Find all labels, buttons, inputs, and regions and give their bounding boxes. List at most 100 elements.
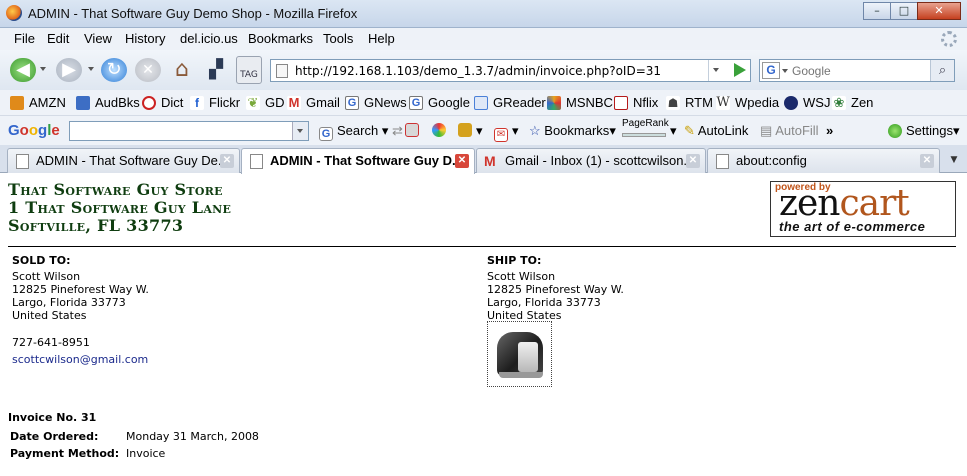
ship-to-city: Largo, Florida 33773	[487, 296, 601, 309]
zencart-wordmark: zencart	[779, 183, 910, 224]
bookmark-gnews[interactable]: G GNews	[345, 95, 407, 110]
forward-button[interactable]: ▶	[56, 58, 82, 82]
back-history-dropdown-icon[interactable]	[40, 67, 46, 71]
label-printer-icon[interactable]	[487, 321, 552, 387]
payment-method-label: Payment Method:	[10, 447, 120, 460]
bookmark-gd[interactable]: ❦ GD	[246, 95, 285, 110]
menu-history[interactable]: History	[125, 31, 165, 46]
bookmark-greader[interactable]: GReader	[474, 95, 546, 110]
forward-history-dropdown-icon[interactable]	[88, 67, 94, 71]
google-toolbar: Google G Search ▾ ⇄ ▾ ✉ ▾ ☆ Bookmarks▾ Pag…	[0, 116, 967, 145]
google-search-button[interactable]: G Search ▾	[319, 123, 388, 141]
date-ordered-value: Monday 31 March, 2008	[126, 430, 259, 443]
bookmark-rtm[interactable]: ☗ RTM	[666, 95, 713, 110]
menu-delicious[interactable]: del.icio.us	[180, 31, 238, 46]
firefox-icon	[6, 5, 22, 21]
menu-bookmarks[interactable]: Bookmarks	[248, 31, 313, 46]
bookmark-dict[interactable]: Dict	[142, 95, 183, 110]
ship-to-name: Scott Wilson	[487, 270, 556, 283]
close-window-button[interactable]: ✕	[917, 2, 961, 20]
google-logo: Google	[8, 122, 60, 139]
bookmark-amzn[interactable]: AMZN	[10, 95, 66, 110]
toolbar-separator-icon: ⇄	[392, 123, 403, 138]
url-input[interactable]	[295, 62, 705, 79]
zencart-logo[interactable]: powered by zencart the art of e-commerce	[770, 181, 956, 237]
search-input[interactable]	[792, 62, 922, 79]
zencart-tagline: the art of e-commerce	[779, 219, 926, 234]
toolbar-overflow-button[interactable]: »	[826, 123, 833, 138]
menu-help[interactable]: Help	[368, 31, 395, 46]
tab-strip: ADMIN - That Software Guy De... ✕ ADMIN …	[0, 145, 967, 174]
puzzle-icon[interactable]: ▾	[458, 123, 483, 139]
bookmark-msnbc[interactable]: MSNBC	[547, 95, 613, 110]
menu-bar: File Edit View History del.icio.us Bookm…	[0, 28, 967, 50]
bookmark-zen[interactable]: ❀ Zen	[832, 95, 873, 110]
minimize-button[interactable]: –	[863, 2, 891, 20]
tag-button[interactable]: TAG	[236, 56, 262, 84]
sold-to-email[interactable]: scottcwilson@gmail.com	[12, 353, 148, 366]
autofill-button[interactable]: ▤ AutoFill	[760, 123, 819, 139]
close-tab-icon[interactable]: ✕	[220, 154, 234, 168]
ship-to-address: Scott Wilson 12825 Pineforest Way W. Lar…	[487, 270, 624, 322]
tab-about-config[interactable]: about:config ✕	[707, 148, 940, 173]
picasa-icon[interactable]	[432, 123, 450, 138]
pagerank-dropdown-icon[interactable]: ▾	[670, 123, 677, 139]
search-engine-dropdown-icon[interactable]	[782, 69, 788, 73]
bookmarks-star-button[interactable]: ☆ Bookmarks▾	[529, 123, 616, 139]
home-button[interactable]: ⌂	[169, 58, 195, 82]
news-icon[interactable]	[405, 123, 423, 138]
close-tab-icon[interactable]: ✕	[686, 154, 700, 168]
menu-edit[interactable]: Edit	[47, 31, 69, 46]
gd-icon: ❦	[246, 94, 260, 110]
gmail-toolbar-icon[interactable]: ✉ ▾	[494, 123, 519, 142]
page-icon	[250, 154, 263, 169]
settings-button[interactable]: Settings▾	[888, 123, 960, 139]
search-bar[interactable]: G ⌕	[759, 59, 955, 82]
bookmark-nflix[interactable]: Nflix	[614, 95, 658, 110]
google-search-dropdown[interactable]	[292, 122, 308, 140]
sold-to-country: United States	[12, 309, 87, 322]
tiles-icon[interactable]: ▞	[203, 58, 229, 82]
sold-to-street: 12825 Pineforest Way W.	[12, 283, 149, 296]
close-tab-icon[interactable]: ✕	[920, 154, 934, 168]
back-button[interactable]: ◀	[10, 58, 36, 82]
bookmark-flickr[interactable]: f Flickr	[190, 95, 240, 110]
url-history-dropdown[interactable]	[708, 60, 724, 81]
google-reader-icon	[474, 95, 488, 110]
google-icon: G	[409, 95, 423, 110]
ship-to-label: SHIP TO:	[487, 254, 542, 267]
bookmarks-toolbar: AMZN AudBks Dict f Flickr ❦ GD M Gmail G GNe…	[0, 90, 967, 116]
bookmark-audbks[interactable]: AudBks	[76, 95, 140, 110]
search-engine-icon[interactable]: G	[762, 62, 780, 79]
invoice-number: Invoice No. 31	[8, 411, 97, 424]
google-news-icon: G	[345, 95, 359, 110]
go-arrow-icon[interactable]	[734, 63, 746, 77]
bookmark-gmail[interactable]: M Gmail	[287, 95, 340, 110]
tab-gmail[interactable]: M Gmail - Inbox (1) - scottcwilson... ✕	[476, 148, 706, 173]
reload-button[interactable]: ↻	[101, 58, 127, 82]
menu-file[interactable]: File	[14, 31, 35, 46]
sold-to-label: SOLD TO:	[12, 254, 71, 267]
bookmark-wsj[interactable]: WSJ	[784, 95, 830, 110]
tab-list-dropdown-icon[interactable]: ▼	[945, 151, 963, 169]
bookmark-wpedia[interactable]: W Wpedia	[716, 95, 779, 110]
search-icon[interactable]: ⌕	[930, 60, 954, 81]
window-title: ADMIN - That Software Guy Demo Shop - Mo…	[28, 6, 358, 21]
autolink-button[interactable]: ✎ AutoLink	[684, 123, 748, 139]
tab-admin-2[interactable]: ADMIN - That Software Guy D... ✕	[241, 148, 475, 174]
menu-tools[interactable]: Tools	[323, 31, 353, 46]
close-tab-icon[interactable]: ✕	[455, 154, 469, 168]
msnbc-icon	[547, 95, 561, 110]
sold-to-city: Largo, Florida 33773	[12, 296, 126, 309]
netflix-icon	[614, 95, 628, 110]
stop-button[interactable]: ✕	[135, 58, 161, 82]
activity-throbber-icon	[941, 31, 957, 47]
address-bar[interactable]	[270, 59, 751, 82]
menu-view[interactable]: View	[84, 31, 112, 46]
maximize-button[interactable]: □	[890, 2, 918, 20]
tab-admin-1[interactable]: ADMIN - That Software Guy De... ✕	[7, 148, 240, 173]
audible-icon	[76, 95, 90, 110]
window-controls: – □ ✕	[863, 2, 961, 20]
bookmark-google[interactable]: G Google	[409, 95, 470, 110]
google-toolbar-search-input[interactable]	[69, 121, 309, 141]
